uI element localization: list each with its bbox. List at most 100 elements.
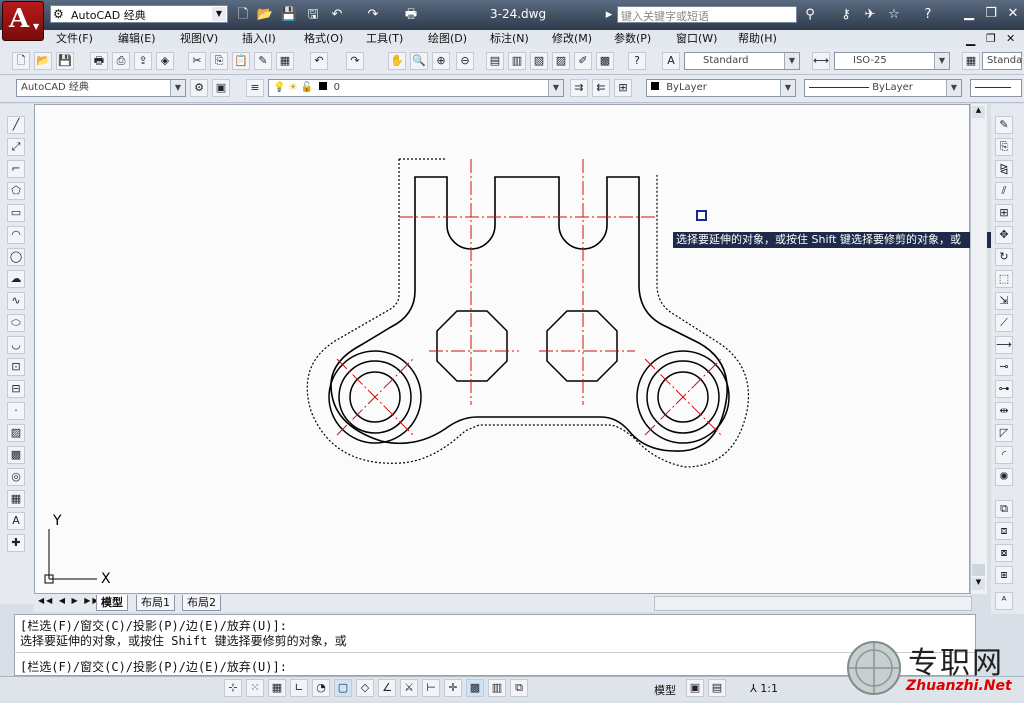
minimize-button[interactable]: ▁ <box>958 4 980 24</box>
application-menu-button[interactable]: A ▼ <box>2 1 44 41</box>
fillet-icon[interactable]: ◜ <box>995 446 1013 464</box>
save-icon[interactable]: 💾 <box>280 6 298 23</box>
multiline-text-icon[interactable]: A <box>7 512 25 530</box>
trim-icon[interactable]: ⟋ <box>995 314 1013 332</box>
menu-tools[interactable]: 工具(T) <box>366 31 403 47</box>
draworder-front-icon[interactable]: ⧉ <box>995 500 1013 518</box>
quick-view-layouts-icon[interactable]: ▣ <box>686 679 704 697</box>
tab-nav-arrows[interactable]: ◀◀ ◀ ▶ ▶▶ <box>38 596 101 605</box>
region-icon[interactable]: ◎ <box>7 468 25 486</box>
design-center-icon[interactable]: ▥ <box>508 52 526 70</box>
array-icon[interactable]: ⊞ <box>995 204 1013 222</box>
vertical-scrollbar[interactable]: ▲ ▼ <box>970 104 987 594</box>
lineweight-select[interactable] <box>970 79 1022 97</box>
zoom-realtime-icon[interactable]: 🔍 <box>410 52 428 70</box>
menu-modify[interactable]: 修改(M) <box>552 31 592 47</box>
binoculars-icon[interactable]: ⚲ <box>800 6 820 23</box>
construction-line-icon[interactable]: ⤢ <box>7 138 25 156</box>
dim-style-icon[interactable]: ⟷ <box>812 52 830 70</box>
help-icon[interactable]: ? <box>628 52 646 70</box>
star-icon[interactable]: ☆ <box>884 6 904 23</box>
polyline-icon[interactable]: ⌐ <box>7 160 25 178</box>
redo-icon[interactable]: ↷ <box>364 6 382 23</box>
move-icon[interactable]: ✥ <box>995 226 1013 244</box>
tab-layout2[interactable]: 布局2 <box>182 595 221 611</box>
send-under-icon[interactable]: ⧆ <box>995 566 1013 584</box>
save-as-icon[interactable]: 🖫 <box>304 6 322 23</box>
print-icon[interactable]: 🖶 <box>402 6 420 23</box>
menu-draw[interactable]: 绘图(D) <box>428 31 467 47</box>
workspace-settings-icon[interactable]: ⚙ <box>190 79 208 97</box>
3d-osnap-icon[interactable]: ◇ <box>356 679 374 697</box>
properties-icon[interactable]: ▤ <box>486 52 504 70</box>
dynamic-input-icon[interactable]: ⊢ <box>422 679 440 697</box>
break-icon[interactable]: ⊶ <box>995 380 1013 398</box>
ellipse-arc-icon[interactable]: ◡ <box>7 336 25 354</box>
erase-icon[interactable]: ✎ <box>995 116 1013 134</box>
table-style-select[interactable]: Standa <box>982 52 1022 70</box>
layer-select[interactable]: 💡 ☀ 🔓 0 ▼ <box>268 79 564 97</box>
menu-view[interactable]: 视图(V) <box>180 31 218 47</box>
copy-object-icon[interactable]: ⎘ <box>995 138 1013 156</box>
model-space-label[interactable]: 模型 <box>654 682 676 698</box>
extend-icon[interactable]: ⟶ <box>995 336 1013 354</box>
text-front-icon[interactable]: ᴬ <box>995 592 1013 610</box>
layer-previous-icon[interactable]: ⇇ <box>592 79 610 97</box>
chamfer-icon[interactable]: ◸ <box>995 424 1013 442</box>
bring-above-icon[interactable]: ⧇ <box>995 544 1013 562</box>
workspace-toggle-icon[interactable]: ▣ <box>212 79 230 97</box>
restore-button[interactable]: ❐ <box>980 4 1002 24</box>
key-icon[interactable]: ⚷ <box>836 6 856 23</box>
tool-palettes-icon[interactable]: ▧ <box>530 52 548 70</box>
match-properties-icon[interactable]: ✎ <box>254 52 272 70</box>
scale-icon[interactable]: ⬚ <box>995 270 1013 288</box>
stretch-icon[interactable]: ⇲ <box>995 292 1013 310</box>
menu-dimension[interactable]: 标注(N) <box>490 31 529 47</box>
redo-icon[interactable]: ↷ <box>346 52 364 70</box>
circle-icon[interactable]: ◯ <box>7 248 25 266</box>
tab-layout1[interactable]: 布局1 <box>136 595 175 611</box>
table-style-icon[interactable]: ▦ <box>962 52 980 70</box>
add-selected-icon[interactable]: ✚ <box>7 534 25 552</box>
plot-icon[interactable]: 🖶 <box>90 52 108 70</box>
annotation-scale[interactable]: ⅄ 1:1 <box>750 682 778 695</box>
menu-edit[interactable]: 编辑(E) <box>118 31 156 47</box>
menu-window[interactable]: 窗口(W) <box>676 31 717 47</box>
menu-format[interactable]: 格式(O) <box>304 31 343 47</box>
quick-properties-icon[interactable]: ▥ <box>488 679 506 697</box>
workspace-select[interactable]: AutoCAD 经典 ▼ <box>16 79 186 97</box>
spline-icon[interactable]: ∿ <box>7 292 25 310</box>
table-icon[interactable]: ▦ <box>7 490 25 508</box>
allow-ucs-icon[interactable]: ⚔ <box>400 679 418 697</box>
doc-close-button[interactable]: ✕ <box>1006 31 1015 47</box>
undo-icon[interactable]: ↶ <box>310 52 328 70</box>
infer-constraints-icon[interactable]: ⊹ <box>224 679 242 697</box>
expand-arrow-icon[interactable]: ▸ <box>600 6 618 23</box>
menu-help[interactable]: 帮助(H) <box>738 31 777 47</box>
point-icon[interactable]: · <box>7 402 25 420</box>
layer-properties-icon[interactable]: ≡ <box>246 79 264 97</box>
quick-view-drawings-icon[interactable]: ▤ <box>708 679 726 697</box>
dim-style-select[interactable]: ISO-25 ▼ <box>834 52 950 70</box>
grid-display-icon[interactable]: ▦ <box>268 679 286 697</box>
mirror-icon[interactable]: ⧎ <box>995 160 1013 178</box>
save-icon[interactable]: 💾 <box>56 52 74 70</box>
qnew-icon[interactable]: 🗋 <box>12 52 30 70</box>
object-tracking-icon[interactable]: ∠ <box>378 679 396 697</box>
linetype-select[interactable]: ByLayer ▼ <box>804 79 962 97</box>
scroll-down-arrow[interactable]: ▼ <box>972 578 985 590</box>
scroll-thumb[interactable] <box>972 564 985 576</box>
transparency-icon[interactable]: ▩ <box>466 679 484 697</box>
layer-states-icon[interactable]: ⊞ <box>614 79 632 97</box>
draworder-back-icon[interactable]: ⧈ <box>995 522 1013 540</box>
help-icon[interactable]: ? <box>918 6 938 23</box>
zoom-window-icon[interactable]: ⊕ <box>432 52 450 70</box>
polygon-icon[interactable]: ⬠ <box>7 182 25 200</box>
color-select[interactable]: ByLayer ▼ <box>646 79 796 97</box>
lineweight-display-icon[interactable]: ✛ <box>444 679 462 697</box>
satellite-icon[interactable]: ✈ <box>860 6 880 23</box>
cut-icon[interactable]: ✂ <box>188 52 206 70</box>
drawing-canvas[interactable]: Y X <box>34 104 970 594</box>
make-block-icon[interactable]: ⊟ <box>7 380 25 398</box>
new-file-icon[interactable]: 🗋 <box>234 6 252 23</box>
